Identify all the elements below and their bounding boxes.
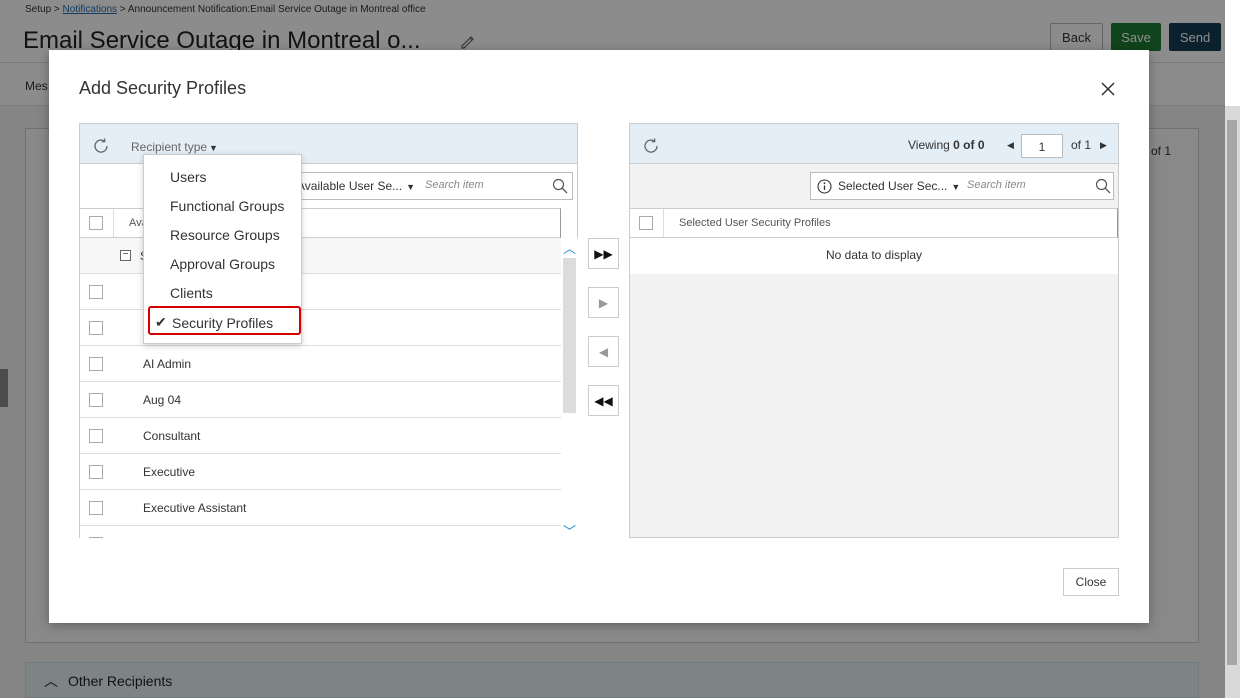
arrow-left-icon: ◀ xyxy=(598,344,609,359)
selected-list-header: Viewing 0 of 0 ◀ 1 of 1 ▶ xyxy=(630,124,1118,164)
page-total: of 1 xyxy=(1071,138,1092,152)
menu-item-functional-groups[interactable]: Functional Groups xyxy=(144,191,301,220)
row-checkbox[interactable] xyxy=(89,321,103,335)
recipient-type-menu: Users Functional Groups Resource Groups … xyxy=(143,154,302,344)
row-label: Aug 04 xyxy=(143,393,182,407)
page-scrollbar-thumb[interactable] xyxy=(1227,120,1237,665)
table-row[interactable]: Aug 04 xyxy=(80,382,561,418)
selected-list-panel: Viewing 0 of 0 ◀ 1 of 1 ▶ Selected User … xyxy=(629,123,1119,538)
collapse-icon[interactable]: − xyxy=(120,250,131,261)
list-scrollbar-thumb[interactable] xyxy=(563,258,576,413)
table-row[interactable]: Executive Assistant xyxy=(80,490,561,526)
available-search-input[interactable]: Search item xyxy=(425,179,484,191)
row-checkbox[interactable] xyxy=(89,501,103,515)
menu-item-users[interactable]: Users xyxy=(144,162,301,191)
selected-filter-dropdown[interactable]: Selected User Sec... ▼ xyxy=(838,179,960,193)
refresh-icon[interactable] xyxy=(642,137,660,155)
available-filter-dropdown[interactable]: Available User Se... ▼ xyxy=(297,179,415,193)
selected-column-label: Selected User Security Profiles xyxy=(679,217,831,229)
column-divider xyxy=(663,209,664,237)
viewing-prefix: Viewing xyxy=(908,138,950,152)
available-search: Available User Se... ▼ Search item xyxy=(272,172,573,200)
caret-right-icon[interactable]: ▶ xyxy=(1100,140,1107,151)
row-checkbox[interactable] xyxy=(89,429,103,443)
checkmark-icon: ✔ xyxy=(155,314,167,330)
remove-all-button[interactable]: ◀◀ xyxy=(588,385,619,416)
available-filter-label: Available User Se... xyxy=(297,179,403,193)
row-label: Executive Assistant xyxy=(143,501,247,515)
menu-item-label: Security Profiles xyxy=(172,315,274,331)
search-icon[interactable] xyxy=(552,178,568,194)
caret-down-icon: ▼ xyxy=(951,182,961,192)
double-arrow-right-icon: ▶▶ xyxy=(594,246,613,261)
add-all-button[interactable]: ▶▶ xyxy=(588,238,619,269)
remove-selected-button[interactable]: ◀ xyxy=(588,336,619,367)
empty-state-message: No data to display xyxy=(630,238,1118,274)
row-label: Consultant xyxy=(143,429,201,443)
selected-search: Selected User Sec... ▼ Search item xyxy=(810,172,1114,200)
close-icon[interactable] xyxy=(1099,80,1117,98)
menu-item-security-profiles[interactable]: ✔ Security Profiles xyxy=(148,306,301,335)
selected-filter-label: Selected User Sec... xyxy=(838,179,948,193)
selected-column-header: Selected User Security Profiles xyxy=(630,208,1118,238)
menu-item-clients[interactable]: Clients xyxy=(144,278,301,307)
row-label: Executive xyxy=(143,465,196,479)
search-icon[interactable] xyxy=(1095,178,1111,194)
info-icon[interactable] xyxy=(817,179,832,194)
table-row[interactable]: Consultant xyxy=(80,418,561,454)
double-arrow-left-icon: ◀◀ xyxy=(594,393,613,408)
select-all-checkbox[interactable] xyxy=(639,216,653,230)
dialog-title: Add Security Profiles xyxy=(79,78,247,98)
row-checkbox[interactable] xyxy=(89,537,103,538)
list-scrollbar[interactable]: ︿ ﹀ xyxy=(561,238,578,539)
row-checkbox[interactable] xyxy=(89,465,103,479)
table-row[interactable]: AI Admin xyxy=(80,346,561,382)
row-checkbox[interactable] xyxy=(89,357,103,371)
row-label: AI Admin xyxy=(143,357,192,371)
page-scrollbar[interactable] xyxy=(1225,106,1240,698)
table-row[interactable]: Executive xyxy=(80,454,561,490)
viewing-value: 0 of 0 xyxy=(953,138,985,152)
menu-item-approval-groups[interactable]: Approval Groups xyxy=(144,249,301,278)
menu-item-resource-groups[interactable]: Resource Groups xyxy=(144,220,301,249)
caret-left-icon[interactable]: ◀ xyxy=(1007,140,1014,151)
selected-search-input[interactable]: Search item xyxy=(967,179,1026,191)
viewing-count: Viewing 0 of 0 xyxy=(908,138,985,152)
add-selected-button[interactable]: ▶ xyxy=(588,287,619,318)
recipient-type-dropdown[interactable]: Recipient type ▼ xyxy=(131,140,218,154)
caret-down-icon: ▼ xyxy=(406,182,416,192)
table-row[interactable] xyxy=(80,526,561,538)
column-divider xyxy=(113,209,114,237)
select-all-checkbox[interactable] xyxy=(89,216,103,230)
chevron-up-icon[interactable]: ︿ xyxy=(562,238,577,256)
arrow-right-icon: ▶ xyxy=(598,295,609,310)
recipient-type-label: Recipient type xyxy=(131,140,208,154)
page-number-input[interactable]: 1 xyxy=(1021,134,1063,158)
caret-down-icon: ▼ xyxy=(209,143,218,153)
refresh-icon[interactable] xyxy=(92,137,110,155)
close-button[interactable]: Close xyxy=(1063,568,1119,596)
chevron-down-icon[interactable]: ﹀ xyxy=(562,521,577,539)
row-checkbox[interactable] xyxy=(89,393,103,407)
row-checkbox[interactable] xyxy=(89,285,103,299)
